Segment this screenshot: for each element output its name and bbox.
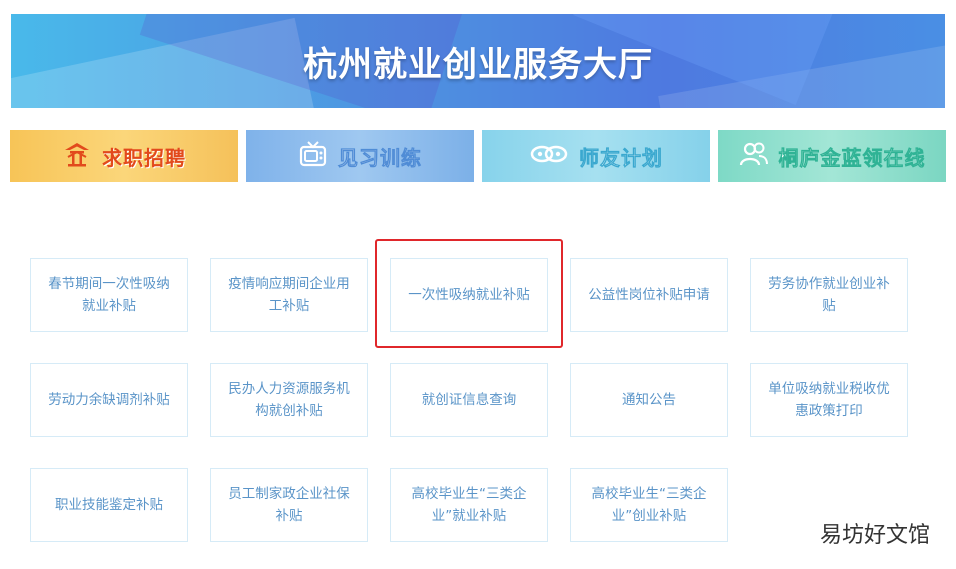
tab-mentor-program[interactable]: 师友计划	[482, 130, 710, 182]
service-card-tax-preference-print[interactable]: 单位吸纳就业税收优惠政策打印	[750, 363, 908, 437]
service-card-epidemic-employment-subsidy[interactable]: 疫情响应期间企业用工补贴	[210, 258, 368, 332]
service-card-graduate-startup-subsidy[interactable]: 高校毕业生“三类企业”创业补贴	[570, 468, 728, 542]
page-title: 杭州就业创业服务大厅	[303, 44, 653, 85]
service-card-skill-appraisal-subsidy[interactable]: 职业技能鉴定补贴	[30, 468, 188, 542]
tv-icon	[298, 139, 328, 173]
people-icon	[739, 139, 769, 173]
tab-label: 求职招聘	[102, 145, 186, 170]
service-card-spring-festival-subsidy[interactable]: 春节期间一次性吸纳就业补贴	[30, 258, 188, 332]
tab-job-recruitment[interactable]: 求职招聘	[10, 130, 238, 182]
service-card-public-welfare-post-subsidy[interactable]: 公益性岗位补贴申请	[570, 258, 728, 332]
service-card-private-hr-agency-subsidy[interactable]: 民办人力资源服务机构就创补贴	[210, 363, 368, 437]
tab-internship-training[interactable]: 见习训练	[246, 130, 474, 182]
tab-label: 师友计划	[579, 145, 663, 170]
chain-link-icon	[529, 139, 569, 173]
service-card-graduate-employment-subsidy[interactable]: 高校毕业生“三类企业”就业补贴	[390, 468, 548, 542]
service-card-one-time-employment-subsidy[interactable]: 一次性吸纳就业补贴	[390, 258, 548, 332]
header-banner: 杭州就业创业服务大厅	[11, 14, 945, 108]
service-card-labor-surplus-adjustment-subsidy[interactable]: 劳动力余缺调剂补贴	[30, 363, 188, 437]
tab-tonglu-bluecollar[interactable]: 桐庐金蓝领在线	[718, 130, 946, 182]
service-card-labor-cooperation-subsidy[interactable]: 劳务协作就业创业补贴	[750, 258, 908, 332]
tab-label: 见习训练	[338, 145, 422, 170]
tab-label: 桐庐金蓝领在线	[778, 145, 926, 170]
service-card-employment-certificate-query[interactable]: 就创证信息查询	[390, 363, 548, 437]
watermark: 易坊好文馆	[819, 523, 930, 548]
service-card-housekeeping-social-insurance-subsidy[interactable]: 员工制家政企业社保补贴	[210, 468, 368, 542]
pavilion-icon	[62, 139, 92, 173]
service-card-announcements[interactable]: 通知公告	[570, 363, 728, 437]
